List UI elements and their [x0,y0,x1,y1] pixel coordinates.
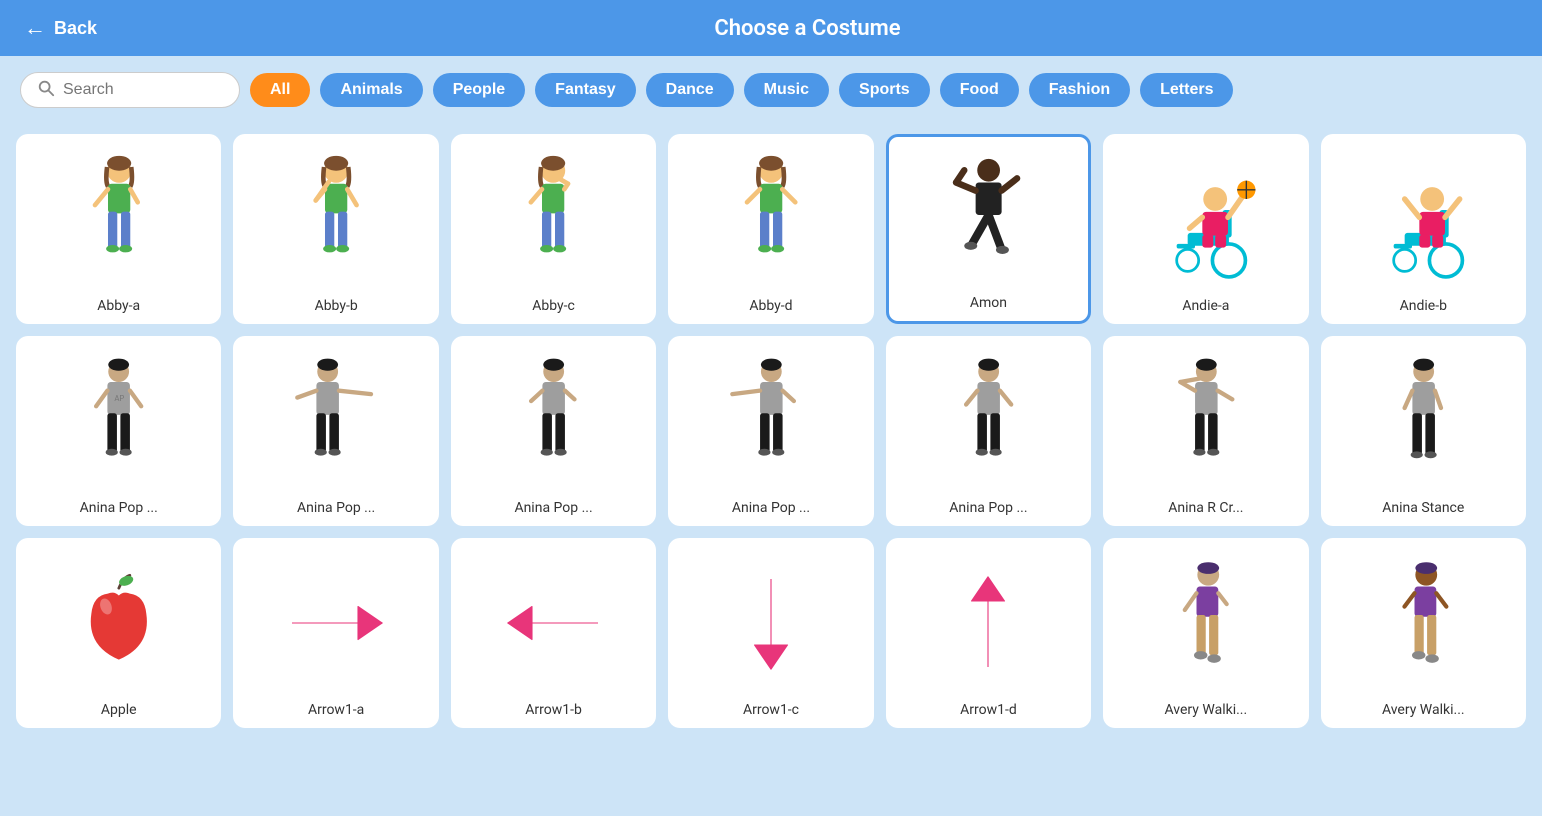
costume-label: Abby-b [315,298,358,314]
costume-label: Anina R Cr... [1168,500,1243,516]
costume-label: Arrow1-c [743,702,799,718]
costume-label: Arrow1-b [525,702,582,718]
costume-card-amon[interactable]: Amon [886,134,1091,324]
page-title: Choose a Costume [97,16,1518,41]
filter-btn-sports[interactable]: Sports [839,73,930,107]
costume-card-abby-c[interactable]: Abby-c [451,134,656,324]
costume-card-apple[interactable]: Apple [16,538,221,728]
costume-card-andie-b[interactable]: Andie-b [1321,134,1526,324]
search-icon [37,79,55,101]
costume-label: Apple [101,702,137,718]
search-box[interactable] [20,72,240,108]
filter-btn-all[interactable]: All [250,73,310,107]
search-input[interactable] [63,81,223,99]
back-label: Back [54,18,97,39]
costume-label: Anina Pop ... [732,500,810,516]
costume-card-andie-a[interactable]: Andie-a [1103,134,1308,324]
costume-label: Abby-a [97,298,140,314]
costume-card-anina-pop-3[interactable]: Anina Pop ... [451,336,656,526]
header: ← Back Choose a Costume [0,0,1542,56]
costume-label: Anina Pop ... [949,500,1027,516]
costume-card-anina-stance[interactable]: Anina Stance [1321,336,1526,526]
costume-label: Andie-a [1182,298,1229,314]
filter-btn-dance[interactable]: Dance [646,73,734,107]
filter-bar: All Animals People Fantasy Dance Music S… [0,56,1542,124]
costume-card-arrow1-a[interactable]: Arrow1-a [233,538,438,728]
costume-label: Arrow1-d [960,702,1017,718]
costume-card-anina-pop-2[interactable]: Anina Pop ... [233,336,438,526]
costume-label: Anina Pop ... [80,500,158,516]
back-button[interactable]: ← Back [24,15,97,41]
costume-label: Anina Pop ... [514,500,592,516]
back-arrow-icon: ← [24,15,46,41]
costume-card-avery-walki-1[interactable]: Avery Walki... [1103,538,1308,728]
svg-text:AP: AP [114,394,124,403]
costume-label: Amon [970,295,1007,311]
costume-card-abby-a[interactable]: Abby-a [16,134,221,324]
costume-label: Avery Walki... [1165,702,1248,718]
costume-grid: Abby-a Abby-b [0,124,1542,748]
costume-card-anina-pop-5[interactable]: Anina Pop ... [886,336,1091,526]
costume-card-abby-b[interactable]: Abby-b [233,134,438,324]
costume-label: Abby-c [532,298,575,314]
costume-card-anina-pop-1[interactable]: AP Anina Pop ... [16,336,221,526]
costume-card-arrow1-b[interactable]: Arrow1-b [451,538,656,728]
costume-label: Anina Stance [1382,500,1464,516]
costume-card-arrow1-c[interactable]: Arrow1-c [668,538,873,728]
costume-label: Anina Pop ... [297,500,375,516]
filter-btn-music[interactable]: Music [744,73,829,107]
costume-card-anina-r-cr[interactable]: Anina R Cr... [1103,336,1308,526]
costume-label: Andie-b [1400,298,1447,314]
costume-card-arrow1-d[interactable]: Arrow1-d [886,538,1091,728]
costume-label: Abby-d [749,298,792,314]
filter-btn-animals[interactable]: Animals [320,73,422,107]
filter-btn-fantasy[interactable]: Fantasy [535,73,635,107]
costume-card-anina-pop-4[interactable]: Anina Pop ... [668,336,873,526]
costume-label: Avery Walki... [1382,702,1465,718]
costume-card-avery-walki-2[interactable]: Avery Walki... [1321,538,1526,728]
filter-btn-fashion[interactable]: Fashion [1029,73,1130,107]
filter-btn-food[interactable]: Food [940,73,1019,107]
filter-btn-letters[interactable]: Letters [1140,73,1233,107]
filter-btn-people[interactable]: People [433,73,525,107]
costume-card-abby-d[interactable]: Abby-d [668,134,873,324]
costume-label: Arrow1-a [308,702,364,718]
